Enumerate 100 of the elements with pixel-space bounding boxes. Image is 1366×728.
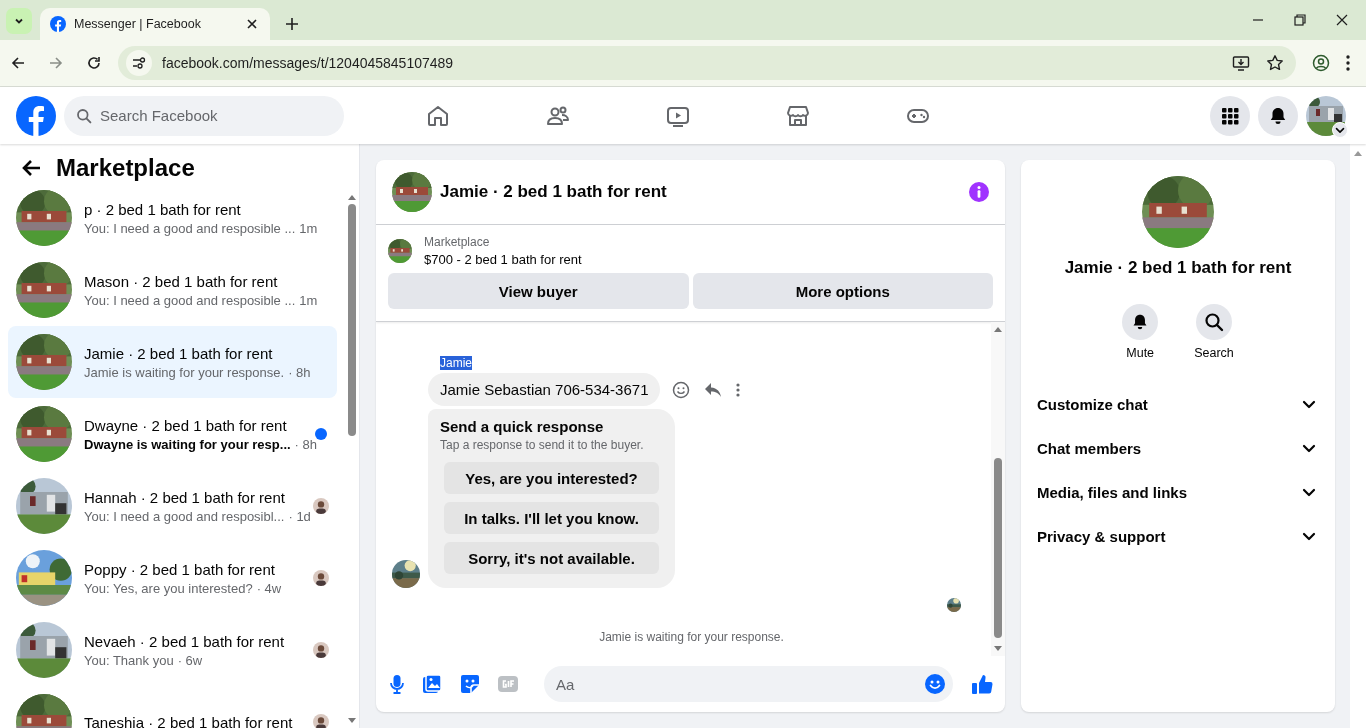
action-button[interactable]: [1122, 304, 1159, 340]
message-time: · 8h: [294, 436, 317, 452]
conversation-item[interactable]: Taneshia · 2 bed 1 bath for rent: [8, 686, 337, 728]
message-time: · 8h: [288, 364, 311, 380]
quick-response-button[interactable]: Sorry, it's not available.: [444, 542, 659, 574]
conversation-title: p · 2 bed 1 bath for rent: [84, 200, 242, 218]
conversation-title: Hannah · 2 bed 1 bath for rent: [84, 488, 286, 506]
message-input-field[interactable]: Aa: [544, 666, 953, 702]
message-preview: You: Thank you: [84, 652, 174, 668]
message-bubble: Jamie Sebastian 706-534-3671: [428, 373, 661, 406]
card-title: Send a quick response: [440, 418, 605, 435]
conversation-item[interactable]: Mason · 2 bed 1 bath for rent You: I need a good and resposible ... 1m: [8, 254, 337, 326]
emoji-icon[interactable]: [672, 380, 691, 399]
sticker-icon[interactable]: [460, 674, 480, 694]
section-header[interactable]: Chat members: [1029, 426, 1327, 470]
scrollbar-thumb[interactable]: [994, 458, 1002, 638]
close-icon[interactable]: [1336, 14, 1348, 26]
facebook-logo-icon[interactable]: [16, 95, 56, 136]
message-time: · 1d: [288, 508, 311, 524]
message-preview: You: I need a good and resposible ...: [84, 220, 296, 236]
message-time: · 6w: [177, 652, 203, 668]
listing-source: Marketplace: [424, 235, 491, 249]
message-time: 1m: [299, 220, 318, 236]
message-time: · 4w: [256, 580, 282, 596]
action-label: Search: [1194, 346, 1234, 360]
chat-title: Jamie · 2 bed 1 bath for rent: [440, 182, 668, 202]
message-preview: You: I need a good and resposible ...: [84, 292, 296, 308]
conversation-title: Mason · 2 bed 1 bath for rent: [84, 272, 279, 290]
back-arrow-icon[interactable]: [22, 158, 42, 178]
conversation-item[interactable]: Poppy · 2 bed 1 bath for rent You: Yes, are you interested? · 4w: [8, 542, 337, 614]
conversation-item[interactable]: p · 2 bed 1 bath for rent You: I need a good and resposible ... 1m: [8, 182, 337, 254]
conversation-item[interactable]: Jamie · 2 bed 1 bath for rent Jamie is waiting for your response. · 8h: [8, 326, 337, 398]
scroll-down-arrow-icon[interactable]: [348, 718, 356, 724]
conversation-title: Poppy · 2 bed 1 bath for rent: [84, 560, 276, 578]
restore-icon[interactable]: [1294, 14, 1306, 26]
menu-icon[interactable]: [1346, 55, 1350, 71]
search-field[interactable]: Search Facebook: [64, 95, 344, 136]
section-label: Customize chat: [1037, 395, 1149, 413]
section-label: Media, files and links: [1037, 483, 1189, 501]
message-preview: Dwayne is waiting for your resp...: [84, 436, 291, 452]
unread-dot: [315, 428, 327, 440]
action-label: Mute: [1126, 346, 1155, 360]
message-preview: You: Yes, are you interested?: [84, 580, 253, 596]
scroll-up-arrow-icon[interactable]: [1354, 150, 1362, 156]
forward-icon[interactable]: [48, 55, 64, 71]
scrollbar-track[interactable]: [991, 322, 1005, 656]
browser-tab[interactable]: Messenger | Facebook: [40, 8, 270, 40]
conversation-title: Jamie · 2 bed 1 bath for rent: [84, 344, 274, 362]
quick-response-button[interactable]: In talks. I'll let you know.: [444, 502, 659, 534]
action-button[interactable]: More options: [692, 273, 993, 309]
conversation-item[interactable]: Hannah · 2 bed 1 bath for rent You: I need a good and resposibl... · 1d: [8, 470, 337, 542]
url-text: facebook.com/messages/t/1204045845107489: [162, 55, 454, 71]
thumbs-up-icon[interactable]: [971, 673, 993, 695]
grid-icon: [1220, 105, 1240, 126]
scroll-up-arrow-icon[interactable]: [994, 326, 1002, 332]
status-text: Jamie is waiting for your response.: [598, 630, 785, 644]
section-title: Marketplace: [56, 154, 195, 182]
message-preview: Jamie is waiting for your response.: [84, 364, 285, 380]
profile-icon[interactable]: [1312, 54, 1330, 72]
emoji-icon[interactable]: [925, 674, 945, 694]
action-button[interactable]: View buyer: [388, 273, 689, 309]
section-label: Privacy & support: [1037, 527, 1167, 545]
conversation-title: Dwayne · 2 bed 1 bath for rent: [84, 416, 288, 434]
card-hint: Tap a response to send it to the buyer.: [440, 438, 645, 452]
install-app-icon[interactable]: [1232, 54, 1250, 72]
back-icon[interactable]: [10, 55, 26, 71]
reply-icon[interactable]: [704, 381, 723, 398]
section-header[interactable]: Media, files and links: [1029, 470, 1327, 514]
new-tab-icon[interactable]: [284, 16, 300, 32]
marketplace-icon[interactable]: [786, 103, 810, 128]
info-icon[interactable]: [969, 182, 989, 202]
section-label: Chat members: [1037, 439, 1143, 457]
section-header[interactable]: Customize chat: [1029, 382, 1327, 426]
notifications-button[interactable]: [1258, 95, 1298, 136]
menu-button[interactable]: [1210, 95, 1250, 136]
conversation-item[interactable]: Dwayne · 2 bed 1 bath for rent Dwayne is waiting for your resp... · 8h: [8, 398, 337, 470]
search-icon: [1204, 312, 1224, 332]
scroll-up-arrow-icon[interactable]: [348, 194, 356, 200]
conversation-title: Nevaeh · 2 bed 1 bath for rent: [84, 632, 286, 650]
conversation-item[interactable]: Nevaeh · 2 bed 1 bath for rent You: Thank you · 6w: [8, 614, 337, 686]
star-icon[interactable]: [1266, 54, 1284, 72]
contact-title: Jamie · 2 bed 1 bath for rent: [1064, 258, 1292, 278]
photo-icon[interactable]: [422, 674, 442, 694]
scrollbar-thumb[interactable]: [348, 204, 356, 436]
quick-response-button[interactable]: Yes, are you interested?: [444, 462, 659, 494]
message-time: 1m: [299, 292, 318, 308]
action-button[interactable]: [1196, 304, 1232, 340]
section-header[interactable]: Privacy & support: [1029, 514, 1327, 558]
bell-icon: [1268, 105, 1288, 126]
listing-title: $700 - 2 bed 1 bath for rent: [424, 252, 582, 267]
tab-title: Messenger | Facebook: [74, 17, 202, 31]
scroll-down-arrow-icon[interactable]: [994, 646, 1002, 652]
reload-icon[interactable]: [86, 55, 102, 71]
site-settings-icon[interactable]: [132, 56, 146, 70]
microphone-icon[interactable]: [390, 674, 404, 694]
address-bar[interactable]: facebook.com/messages/t/1204045845107489: [118, 46, 1296, 80]
home-icon[interactable]: [426, 103, 450, 128]
sender-name: Jamie: [440, 356, 472, 370]
conversation-title: Taneshia · 2 bed 1 bath for rent: [84, 713, 294, 728]
more-icon[interactable]: [736, 381, 741, 398]
